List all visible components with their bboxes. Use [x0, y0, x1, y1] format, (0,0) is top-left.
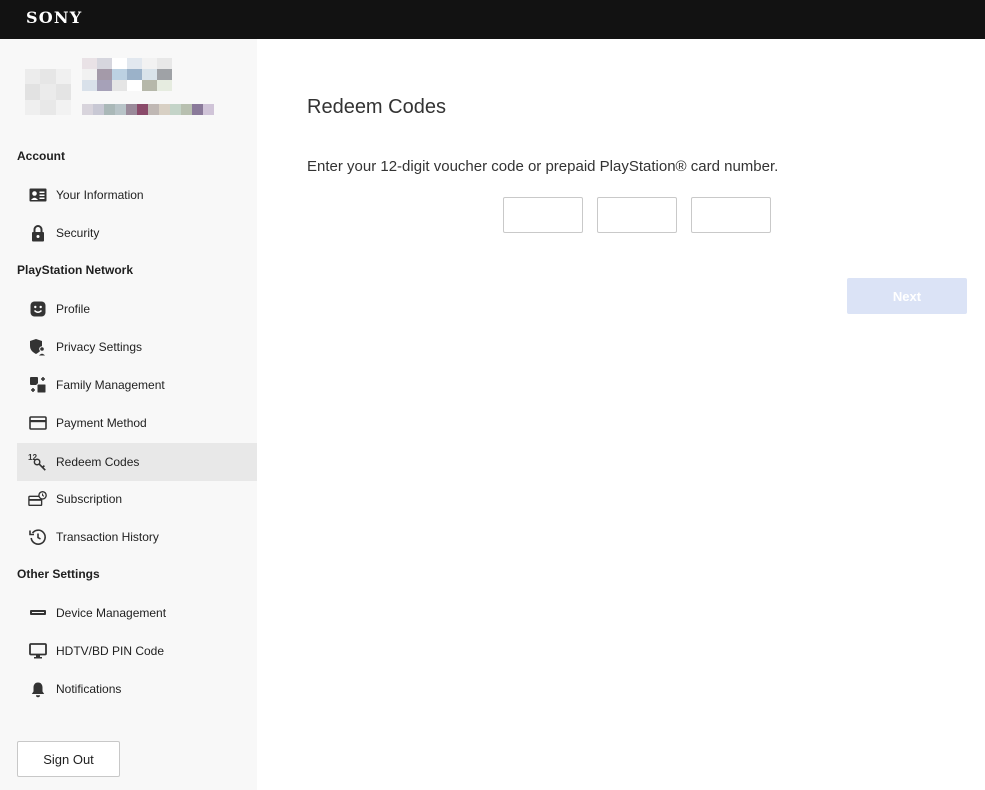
- code-input-1[interactable]: [503, 197, 583, 233]
- name-pixel: [127, 80, 142, 91]
- family-icon: [28, 375, 48, 395]
- subscription-icon: [28, 489, 48, 509]
- device-icon: [28, 603, 48, 623]
- svg-text:12: 12: [28, 453, 38, 462]
- name-pixel: [127, 58, 142, 69]
- avatar-pixel: [55, 99, 71, 115]
- name-pixel: [82, 58, 97, 69]
- section-title-other-settings: Other Settings: [17, 567, 100, 581]
- sidebar-item-transaction-history[interactable]: Transaction History: [17, 518, 257, 556]
- avatar-pixel: [25, 99, 41, 115]
- id-pixel: [159, 104, 170, 115]
- sidebar-item-label: Your Information: [56, 188, 144, 202]
- sidebar-item-label: Profile: [56, 302, 91, 316]
- top-bar: SONY: [0, 0, 985, 39]
- section-title-playstation-network: PlayStation Network: [17, 263, 134, 277]
- id-pixel: [115, 104, 126, 115]
- sidebar-item-privacy-settings[interactable]: Privacy Settings: [17, 328, 257, 366]
- name-pixel: [142, 80, 157, 91]
- credit-card-icon: [28, 413, 48, 433]
- avatar-pixel: [25, 69, 41, 85]
- id-pixel: [181, 104, 192, 115]
- sign-out-button[interactable]: Sign Out: [17, 741, 120, 777]
- id-pixel: [126, 104, 137, 115]
- sidebar-item-label: Device Management: [56, 606, 167, 620]
- sidebar-item-your-information[interactable]: Your Information: [17, 176, 257, 214]
- sidebar-item-label: Transaction History: [56, 530, 159, 544]
- shield-person-icon: [28, 337, 48, 357]
- sidebar-item-notifications[interactable]: Notifications: [17, 670, 257, 708]
- user-id-pixelated: [82, 104, 214, 115]
- code-input-3[interactable]: [691, 197, 771, 233]
- history-icon: [28, 527, 48, 547]
- name-pixel: [82, 69, 97, 80]
- avatar-pixel: [40, 69, 56, 85]
- name-pixel: [112, 69, 127, 80]
- code-input-2[interactable]: [597, 197, 677, 233]
- id-pixel: [170, 104, 181, 115]
- name-pixel: [127, 69, 142, 80]
- id-pixel: [148, 104, 159, 115]
- name-pixel: [157, 80, 172, 91]
- sidebar-item-redeem-codes[interactable]: 12 Redeem Codes: [17, 443, 257, 481]
- id-pixel: [192, 104, 203, 115]
- name-pixel: [112, 58, 127, 69]
- sidebar-item-device-management[interactable]: Device Management: [17, 594, 257, 632]
- sidebar-item-family-management[interactable]: Family Management: [17, 366, 257, 404]
- id-pixel: [137, 104, 148, 115]
- id-pixel: [82, 104, 93, 115]
- sidebar-item-label: Payment Method: [56, 416, 147, 430]
- user-name-pixelated: [82, 58, 172, 91]
- name-pixel: [97, 69, 112, 80]
- sony-logo[interactable]: SONY: [26, 8, 82, 27]
- sidebar: Account Your Information Security PlaySt…: [0, 39, 257, 790]
- sidebar-item-profile[interactable]: Profile: [17, 290, 257, 328]
- sidebar-item-label: Security: [56, 226, 100, 240]
- sidebar-item-hdtv-bd-pin-code[interactable]: HDTV/BD PIN Code: [17, 632, 257, 670]
- sidebar-item-payment-method[interactable]: Payment Method: [17, 404, 257, 442]
- sidebar-item-label: Family Management: [56, 378, 165, 392]
- sidebar-item-label: Redeem Codes: [56, 455, 140, 469]
- smiley-icon: [28, 299, 48, 319]
- sidebar-item-label: Privacy Settings: [56, 340, 143, 354]
- id-pixel: [104, 104, 115, 115]
- name-pixel: [97, 80, 112, 91]
- id-pixel: [203, 104, 214, 115]
- name-pixel: [97, 58, 112, 69]
- lock-icon: [28, 223, 48, 243]
- monitor-icon: [28, 641, 48, 661]
- sidebar-item-label: HDTV/BD PIN Code: [56, 644, 165, 658]
- avatar-pixel: [55, 69, 71, 85]
- avatar-pixel: [25, 84, 41, 100]
- name-pixel: [142, 69, 157, 80]
- name-pixel: [157, 69, 172, 80]
- section-title-account: Account: [17, 149, 65, 163]
- name-pixel: [142, 58, 157, 69]
- instruction-text: Enter your 12-digit voucher code or prep…: [307, 158, 779, 175]
- name-pixel: [82, 80, 97, 91]
- sidebar-item-label: Subscription: [56, 492, 123, 506]
- name-pixel: [112, 80, 127, 91]
- avatar-pixel: [40, 99, 56, 115]
- avatar-pixel: [40, 84, 56, 100]
- page-title: Redeem Codes: [307, 96, 446, 118]
- bell-icon: [28, 679, 48, 699]
- name-pixel: [157, 58, 172, 69]
- sidebar-item-subscription[interactable]: Subscription: [17, 480, 257, 518]
- avatar: [25, 69, 71, 115]
- next-button[interactable]: Next: [847, 278, 967, 314]
- id-card-icon: [28, 185, 48, 205]
- sidebar-item-security[interactable]: Security: [17, 214, 257, 252]
- main-content: Redeem Codes Enter your 12-digit voucher…: [257, 39, 985, 790]
- id-pixel: [93, 104, 104, 115]
- code-key-icon: 12: [28, 452, 48, 472]
- avatar-pixel: [55, 84, 71, 100]
- sidebar-item-label: Notifications: [56, 682, 122, 696]
